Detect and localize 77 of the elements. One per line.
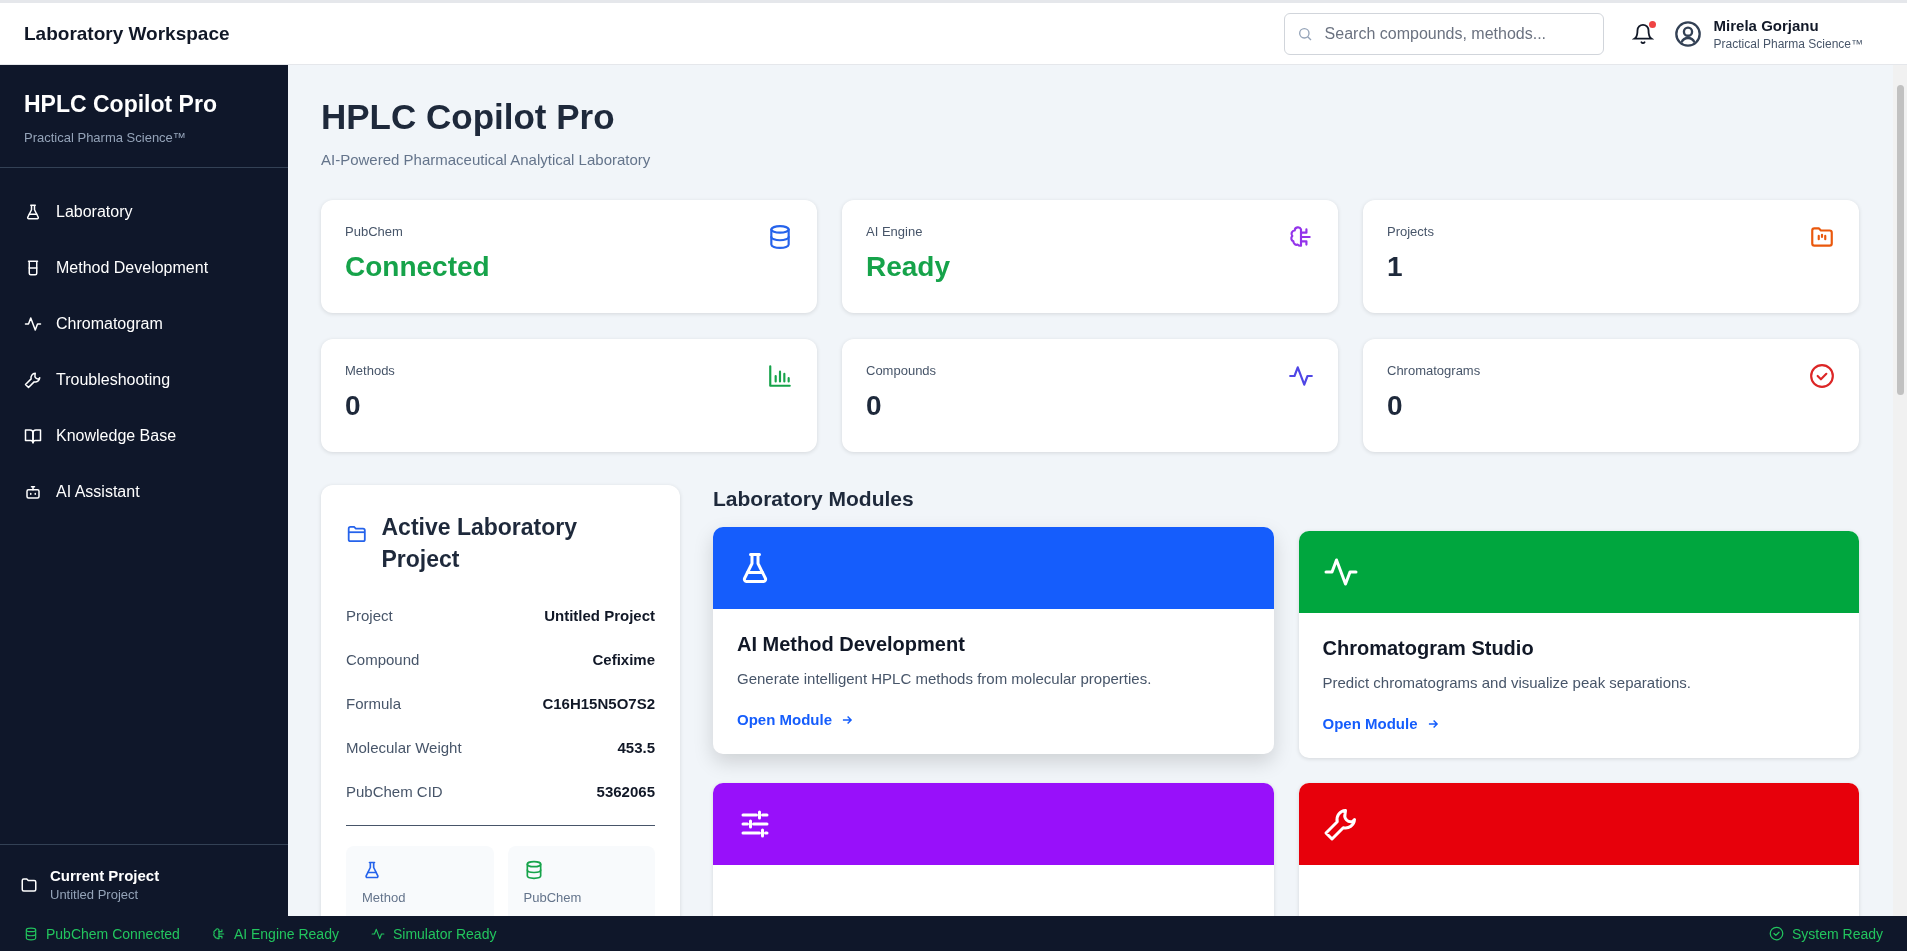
field-label: Formula [346,694,401,712]
field-value: 453.5 [617,738,655,756]
tile-label: PubChem [523,890,583,905]
sidebar-item[interactable]: Knowledge Base [24,408,264,464]
open-module-link[interactable]: Open Module [1322,715,1835,732]
chart-icon [767,363,793,389]
section-heading: Laboratory Modules [713,487,915,511]
field-label: Compound [346,650,420,668]
field-label: PubChem CID [346,782,443,800]
current-project-name: Untitled Project [50,887,140,902]
pulse-icon [1288,363,1314,389]
flask-icon [362,860,382,880]
sidebar-item[interactable]: Troubleshooting [24,352,264,408]
search-icon [1296,25,1313,42]
page-title: HPLC Copilot Pro [321,97,616,137]
field-label: Molecular Weight [346,738,462,756]
app-title: HPLC Copilot Pro [24,91,218,118]
module-description: Generate intelligent HPLC methods from molecular properties. [737,670,1153,687]
user-name: Mirela Gorjanu [1713,16,1820,34]
stat-label: PubChem [345,224,404,239]
stat-value: 1 [1387,251,1404,283]
stat-label: Projects [1387,224,1434,239]
open-module-link[interactable]: Open Module [737,711,1250,728]
status-text: System Ready [1791,925,1883,942]
folder-icon [1809,224,1835,250]
db-icon [24,926,38,941]
stat-value: 0 [866,390,883,422]
book-icon [24,427,42,445]
sidebar-item[interactable]: Method Development [24,240,264,296]
project-card-title: Active Laboratory Project [381,513,579,574]
folder-icon [20,875,38,894]
module-description: Predict chromatograms and visualize peak separations. [1322,674,1693,691]
field-value: Cefixime [592,650,655,668]
tile-label: Method [362,890,407,905]
stat-value: Ready [866,251,951,283]
workspace-title: Laboratory Workspace [24,22,230,45]
current-project-label: Current Project [50,867,160,884]
status-text: Simulator Ready [392,925,497,942]
bot-icon [24,483,42,501]
module-title: Chromatogram Studio [1322,637,1535,660]
notification-button[interactable] [1629,20,1656,47]
check-icon [1809,363,1835,389]
stat-value: 0 [345,390,362,422]
user-organization: Practical Pharma Science™ [1713,36,1863,51]
module-card[interactable]: Chromatogram Studio Predict chromatograms and visualize peak separations. Open Module [1298,531,1859,758]
search-field[interactable]: Search compounds, methods... [1283,12,1604,55]
stat-value: 0 [1387,390,1404,422]
pulse-icon [24,315,42,333]
stat-value: Connected [345,251,490,283]
check-circle-icon [1768,926,1784,941]
field-label: Project [346,606,393,624]
sidebar-item[interactable]: Chromatogram [24,296,264,352]
brain-icon [1288,224,1314,250]
pulse-icon [370,926,385,941]
stat-label: Compounds [866,363,937,378]
module-title: AI Method Development [737,633,966,656]
sidebar-item[interactable]: AI Assistant [24,464,264,520]
db-icon [767,224,793,250]
sidebar-item[interactable]: Laboratory [24,184,264,240]
wrench-icon [1322,806,1359,842]
stat-label: Methods [345,363,395,378]
app-subtitle: Practical Pharma Science™ [24,130,187,145]
stat-label: Chromatograms [1387,363,1481,378]
status-text: AI Engine Ready [233,925,339,942]
status-text: PubChem Connected [46,925,180,942]
field-value: 5362065 [596,782,655,800]
wrench-icon [24,371,42,389]
flask-icon [24,203,42,221]
scrollbar[interactable] [1893,65,1907,916]
user-avatar-icon[interactable] [1673,19,1702,48]
page-subtitle: AI-Powered Pharmaceutical Analytical Laboratory [321,151,652,168]
folder-icon [346,523,368,545]
stat-label: AI Engine [866,224,924,239]
field-value: Untitled Project [544,606,655,624]
module-card[interactable]: AI Method Development Generate intelligent HPLC methods from molecular properties. Open Module [713,527,1274,754]
brain-icon [211,926,226,941]
field-value: C16H15N5O7S2 [542,694,655,712]
